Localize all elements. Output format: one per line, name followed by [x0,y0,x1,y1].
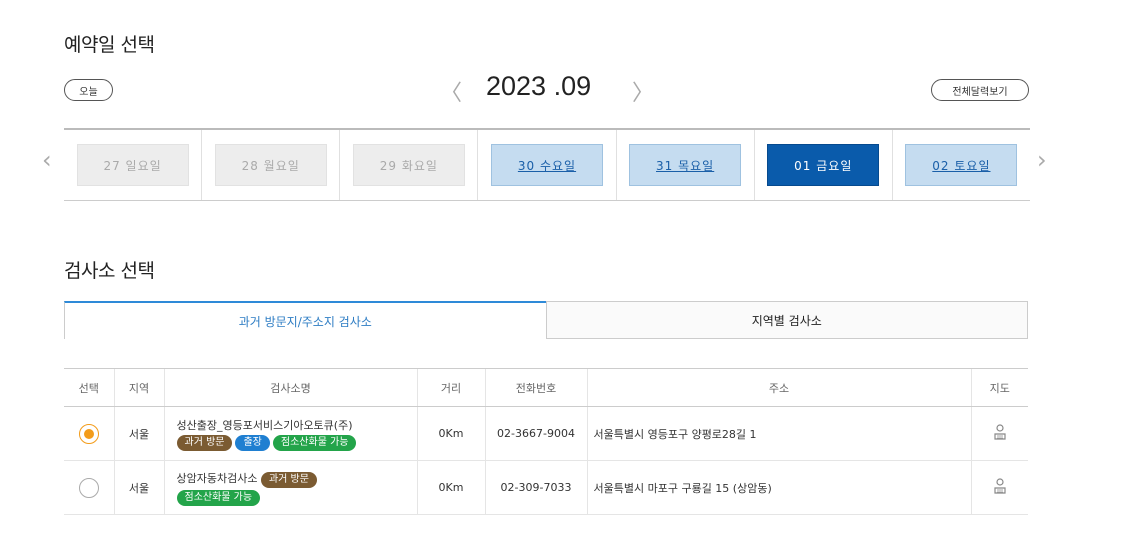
col-map: 지도 [970,368,1028,407]
prev-month-arrow-icon[interactable]: 〈 [440,75,462,107]
month-label: 2023 .09 [486,71,592,101]
badge-extinguisher: 점소산화물 가능 [176,489,261,506]
col-name: 검사소명 [163,368,417,407]
col-address: 주소 [586,368,971,407]
next-week-arrow-icon[interactable]: › [1037,146,1047,174]
col-distance: 거리 [416,368,485,407]
distance-cell: 0Km [416,460,485,515]
inspection-center-title: 검사소 선택 [64,260,155,282]
select-radio[interactable] [78,477,99,498]
day-30[interactable]: 30 수요일 [490,144,603,186]
day-01-selected[interactable]: 01 금요일 [767,144,880,186]
col-region: 지역 [113,368,164,407]
select-radio[interactable] [78,423,99,444]
col-select: 선택 [64,368,114,407]
day-27: 27 일요일 [76,144,189,186]
region-cell: 서울 [113,406,164,461]
tab-past-visit[interactable]: 과거 방문지/주소지 검사소 [64,301,546,339]
table-row[interactable]: 서울 성산출장_영등포서비스기아오토큐(주) 과거 방문 출장 점소산화물 가능… [64,406,1028,461]
badge-past-visit: 과거 방문 [176,434,233,451]
table-row[interactable]: 서울 상암자동차검사소 과거 방문 점소산화물 가능 0Km 02-309-70… [64,460,1028,515]
center-tabs: 과거 방문지/주소지 검사소 지역별 검사소 [64,301,1028,339]
badge-past-visit: 과거 방문 [260,471,317,488]
map-person-icon[interactable] [993,478,1007,497]
day-29: 29 화요일 [352,144,465,186]
address-cell: 서울특별시 영등포구 양평로28길 1 [586,406,971,461]
map-person-icon[interactable] [993,424,1007,443]
month-navigator: 〈 2023 .09 〉 [440,71,654,107]
next-month-arrow-icon[interactable]: 〉 [632,75,654,107]
phone-cell: 02-309-7033 [484,460,587,515]
distance-cell: 0Km [416,406,485,461]
date-strip: 27 일요일 28 월요일 29 화요일 30 수요일 31 목요일 01 금요… [64,128,1030,201]
day-28: 28 월요일 [214,144,327,186]
center-table: 선택 지역 검사소명 거리 전화번호 주소 지도 서울 성산출장_영등포서비스기… [64,368,1028,515]
tab-by-region[interactable]: 지역별 검사소 [545,301,1028,339]
center-name: 상암자동차검사소 과거 방문 [177,470,417,488]
day-02[interactable]: 02 토요일 [905,144,1018,186]
phone-cell: 02-3667-9004 [484,406,587,461]
reservation-date-title: 예약일 선택 [64,34,155,56]
day-31[interactable]: 31 목요일 [629,144,742,186]
address-cell: 서울특별시 마포구 구룡길 15 (상암동) [586,460,971,515]
today-button[interactable]: 오늘 [64,79,113,101]
prev-week-arrow-icon[interactable]: ‹ [42,146,52,174]
center-name: 성산출장_영등포서비스기아오토큐(주) [176,418,353,432]
col-phone: 전화번호 [484,368,587,407]
full-calendar-button[interactable]: 전체달력보기 [931,79,1029,101]
region-cell: 서울 [113,460,164,515]
badge-trip: 출장 [235,434,270,451]
badge-extinguisher: 점소산화물 가능 [272,434,357,451]
